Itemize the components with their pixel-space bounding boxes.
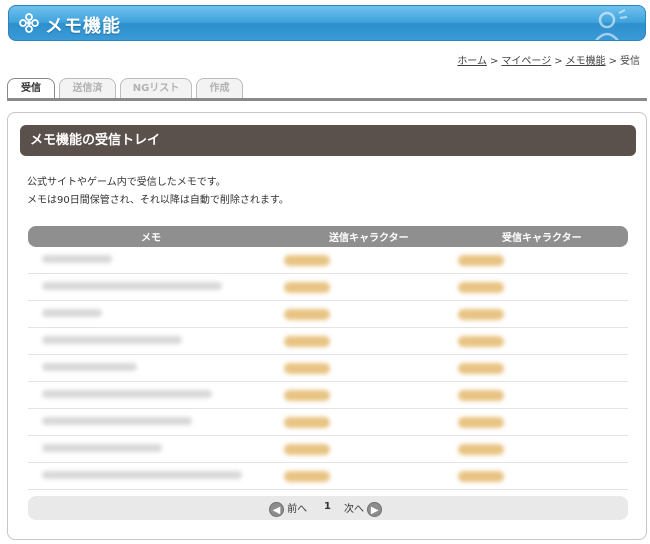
sender-character[interactable] xyxy=(284,363,336,375)
receiver-character xyxy=(458,444,510,456)
sender-character[interactable] xyxy=(284,471,336,483)
sender-character[interactable] xyxy=(284,282,336,294)
breadcrumb: ホーム > マイページ > メモ機能 > 受信 xyxy=(457,52,640,67)
receiver-character xyxy=(458,309,510,321)
breadcrumb-mypage[interactable]: マイページ xyxy=(501,56,551,67)
receiver-character xyxy=(458,255,510,267)
sender-character[interactable] xyxy=(284,255,336,267)
prev-label: 前へ xyxy=(287,504,308,515)
next-page-button[interactable]: 次へ ▶ xyxy=(344,500,383,517)
column-sender: 送信キャラクター xyxy=(329,233,409,244)
tab-ng-list[interactable]: NGリスト xyxy=(120,78,192,99)
pagination: ◀ 前へ 1 次へ ▶ xyxy=(28,496,628,520)
panel-title: メモ機能の受信トレイ xyxy=(20,125,636,156)
table-row[interactable] xyxy=(28,274,628,301)
table-row[interactable] xyxy=(28,436,628,463)
memo-subject[interactable] xyxy=(42,417,192,428)
memo-subject[interactable] xyxy=(42,282,222,293)
memo-subject[interactable] xyxy=(42,363,137,374)
sender-character[interactable] xyxy=(284,417,336,429)
breadcrumb-separator: > xyxy=(554,56,563,67)
memo-subject[interactable] xyxy=(42,309,102,320)
tab-inbox[interactable]: 受信 xyxy=(7,78,55,100)
receiver-character xyxy=(458,417,510,429)
person-icon xyxy=(595,9,628,40)
site-header: メモ機能 xyxy=(8,5,646,41)
tab-compose[interactable]: 作成 xyxy=(196,78,243,99)
left-arrow-icon: ◀ xyxy=(269,501,284,517)
memo-subject[interactable] xyxy=(42,390,212,401)
table-row[interactable] xyxy=(28,301,628,328)
inbox-panel: メモ機能の受信トレイ 公式サイトやゲーム内で受信したメモです。 メモは90日間保… xyxy=(7,112,647,540)
table-row[interactable] xyxy=(28,355,628,382)
receiver-character xyxy=(458,336,510,348)
breadcrumb-home[interactable]: ホーム xyxy=(457,56,487,67)
sender-character[interactable] xyxy=(284,390,336,402)
table-row[interactable] xyxy=(28,382,628,409)
column-receiver: 受信キャラクター xyxy=(502,233,582,244)
memo-subject[interactable] xyxy=(42,336,182,347)
sender-character[interactable] xyxy=(284,309,336,321)
sender-character[interactable] xyxy=(284,444,336,456)
tab-underline xyxy=(7,98,647,101)
table-header: メモ 送信キャラクター 受信キャラクター xyxy=(28,226,628,247)
breadcrumb-separator: > xyxy=(608,56,617,67)
memo-list xyxy=(28,247,628,490)
receiver-character xyxy=(458,282,510,294)
memo-subject[interactable] xyxy=(42,255,112,266)
receiver-character xyxy=(458,363,510,375)
current-page[interactable]: 1 xyxy=(324,501,331,512)
description-line: メモは90日間保管され、それ以降は自動で削除されます。 xyxy=(27,195,289,206)
page-title: メモ機能 xyxy=(45,16,121,37)
table-row[interactable] xyxy=(28,409,628,436)
panel-description: 公式サイトやゲーム内で受信したメモです。 メモは90日間保管され、それ以降は自動… xyxy=(27,174,289,210)
table-row[interactable] xyxy=(28,247,628,274)
gear-flower-icon xyxy=(19,13,39,33)
breadcrumb-memo[interactable]: メモ機能 xyxy=(566,56,606,67)
breadcrumb-separator: > xyxy=(490,56,499,67)
prev-page-button[interactable]: ◀ 前へ xyxy=(269,500,307,517)
table-row[interactable] xyxy=(28,328,628,355)
sender-character[interactable] xyxy=(284,336,336,348)
memo-subject[interactable] xyxy=(42,471,242,482)
receiver-character xyxy=(458,390,510,402)
table-row[interactable] xyxy=(28,463,628,490)
next-label: 次へ xyxy=(344,504,364,515)
receiver-character xyxy=(458,471,510,483)
column-memo: メモ xyxy=(141,233,161,244)
breadcrumb-current: 受信 xyxy=(620,56,640,67)
tab-sent[interactable]: 送信済 xyxy=(59,78,116,99)
right-arrow-icon: ▶ xyxy=(367,501,383,517)
memo-subject[interactable] xyxy=(42,444,162,455)
description-line: 公式サイトやゲーム内で受信したメモです。 xyxy=(27,177,226,188)
